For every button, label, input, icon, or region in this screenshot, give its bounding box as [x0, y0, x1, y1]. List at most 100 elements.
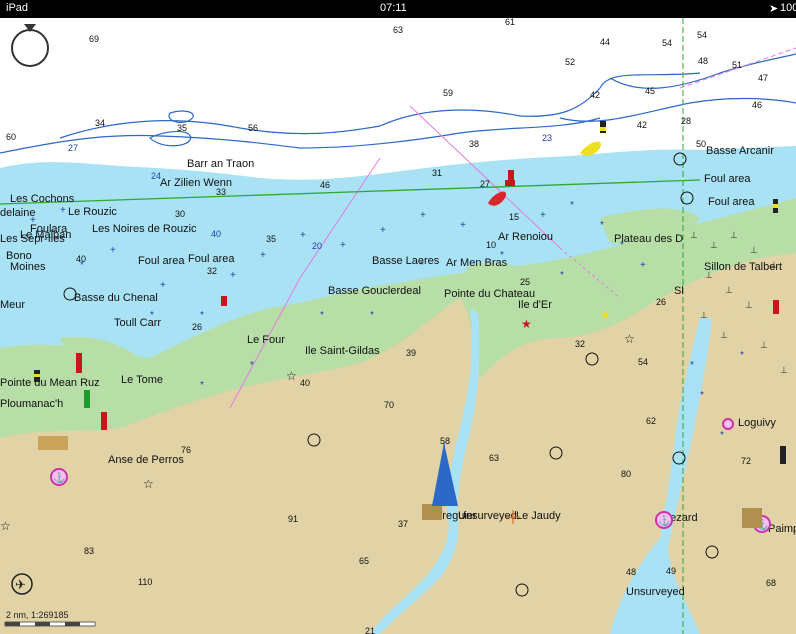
- location-arrow-icon: ➤: [769, 3, 779, 15]
- svg-text:46: 46: [752, 100, 762, 110]
- place-label: Ar Renoiou: [498, 231, 553, 243]
- svg-text:59: 59: [443, 88, 453, 98]
- svg-text:27: 27: [480, 179, 490, 189]
- place-label: Le Jaudy: [516, 510, 561, 522]
- svg-text:72: 72: [741, 456, 751, 466]
- svg-text:52: 52: [565, 57, 575, 67]
- svg-text:+: +: [340, 240, 346, 251]
- svg-text:48: 48: [626, 567, 636, 577]
- place-label: Plateau des D: [614, 233, 683, 245]
- svg-text:76: 76: [181, 445, 191, 455]
- svg-text:54: 54: [638, 357, 648, 367]
- svg-text:+: +: [380, 225, 386, 236]
- harbour-icon: ⚓: [655, 511, 673, 529]
- svg-text:110: 110: [138, 577, 152, 587]
- place-label: Foul area: [188, 253, 235, 265]
- svg-text:+: +: [260, 250, 266, 261]
- svg-text:45: 45: [645, 86, 655, 96]
- built-up-area: [742, 508, 762, 528]
- svg-text:27: 27: [68, 143, 78, 153]
- clock: 07:11: [380, 2, 407, 14]
- svg-text:⊥: ⊥: [745, 300, 753, 310]
- svg-text:68: 68: [766, 578, 776, 588]
- svg-text:⊥: ⊥: [750, 245, 758, 255]
- svg-text:54: 54: [662, 38, 672, 48]
- light-star-icon: ☆: [0, 519, 11, 533]
- harbour-icon: [722, 418, 734, 430]
- svg-text:26: 26: [656, 297, 666, 307]
- svg-text:⊥: ⊥: [780, 365, 788, 375]
- place-label: Le Tome: [121, 374, 163, 386]
- place-label: Loguivy: [738, 417, 776, 429]
- place-label: Ploumanac'h: [0, 398, 63, 410]
- light-star-icon: ☆: [286, 369, 297, 383]
- harbour-icon: ⚓: [50, 468, 68, 486]
- svg-text:26: 26: [192, 322, 202, 332]
- svg-text:83: 83: [84, 546, 94, 556]
- svg-text:+: +: [460, 220, 466, 231]
- buoy-icon: [76, 353, 82, 373]
- svg-text:70: 70: [384, 400, 394, 410]
- svg-text:*: *: [200, 310, 204, 321]
- svg-text:46: 46: [320, 180, 330, 190]
- svg-text:+: +: [160, 280, 166, 291]
- svg-text:*: *: [250, 360, 254, 371]
- svg-text:+: +: [300, 230, 306, 241]
- buoy-icon: [773, 199, 778, 213]
- svg-text:+: +: [420, 210, 426, 221]
- svg-text:40: 40: [76, 254, 86, 264]
- place-label: Le Rouzic: [68, 206, 117, 218]
- buoy-icon: [84, 390, 90, 408]
- svg-text:54: 54: [697, 30, 707, 40]
- svg-text:42: 42: [637, 120, 647, 130]
- place-label: Les Sepr-Iles: [0, 233, 65, 245]
- svg-text:40: 40: [211, 229, 221, 239]
- svg-text:62: 62: [646, 416, 656, 426]
- svg-text:+: +: [110, 245, 116, 256]
- place-label: Foul area: [708, 196, 755, 208]
- svg-text:63: 63: [489, 453, 499, 463]
- svg-text:51: 51: [732, 60, 742, 70]
- svg-text:23: 23: [542, 133, 552, 143]
- svg-text:*: *: [740, 350, 744, 361]
- svg-text:44: 44: [600, 37, 610, 47]
- place-label: Basse Arcanir: [706, 145, 774, 157]
- place-label: Sl: [674, 285, 684, 297]
- svg-text:58: 58: [440, 436, 450, 446]
- svg-text:*: *: [570, 200, 574, 211]
- svg-text:+: +: [230, 270, 236, 281]
- built-up-area: [38, 436, 68, 450]
- buoy-icon: [780, 446, 786, 464]
- svg-text:⊥: ⊥: [760, 340, 768, 350]
- place-label: Sillon de Talbert: [704, 261, 782, 273]
- svg-text:*: *: [690, 360, 694, 371]
- place-label: Le Four: [247, 334, 285, 346]
- place-label: Unsurveyed: [626, 586, 685, 598]
- svg-text:⊥: ⊥: [710, 240, 718, 250]
- svg-text:37: 37: [398, 519, 408, 529]
- svg-text:49: 49: [666, 566, 676, 576]
- light-star-icon: ★: [521, 317, 532, 331]
- svg-text:+: +: [540, 210, 546, 221]
- svg-text:38: 38: [469, 139, 479, 149]
- place-label: Ar Men Bras: [446, 257, 508, 269]
- svg-text:*: *: [720, 430, 724, 441]
- place-label: Pointe du Mean Ruz: [0, 377, 100, 389]
- scale-label: 2 nm, 1:269185: [6, 610, 69, 620]
- place-label: Unsurveyed: [458, 510, 517, 522]
- svg-text:48: 48: [698, 56, 708, 66]
- light-star-icon: ☆: [143, 477, 154, 491]
- svg-text:32: 32: [575, 339, 585, 349]
- svg-text:50: 50: [696, 139, 706, 149]
- buoy-icon: [34, 370, 40, 382]
- nautical-chart[interactable]: +++ *++ +++ +++ *** +** * ** *+* ** * *** …: [0, 18, 796, 634]
- svg-text:80: 80: [621, 469, 631, 479]
- svg-text:35: 35: [177, 123, 187, 133]
- svg-text:*: *: [560, 270, 564, 281]
- svg-text:28: 28: [681, 116, 691, 126]
- place-label: Basse du Chenal: [74, 292, 158, 304]
- svg-text:10: 10: [486, 240, 496, 250]
- svg-text:⊥: ⊥: [725, 285, 733, 295]
- svg-text:⊥: ⊥: [730, 230, 738, 240]
- svg-text:15: 15: [509, 212, 519, 222]
